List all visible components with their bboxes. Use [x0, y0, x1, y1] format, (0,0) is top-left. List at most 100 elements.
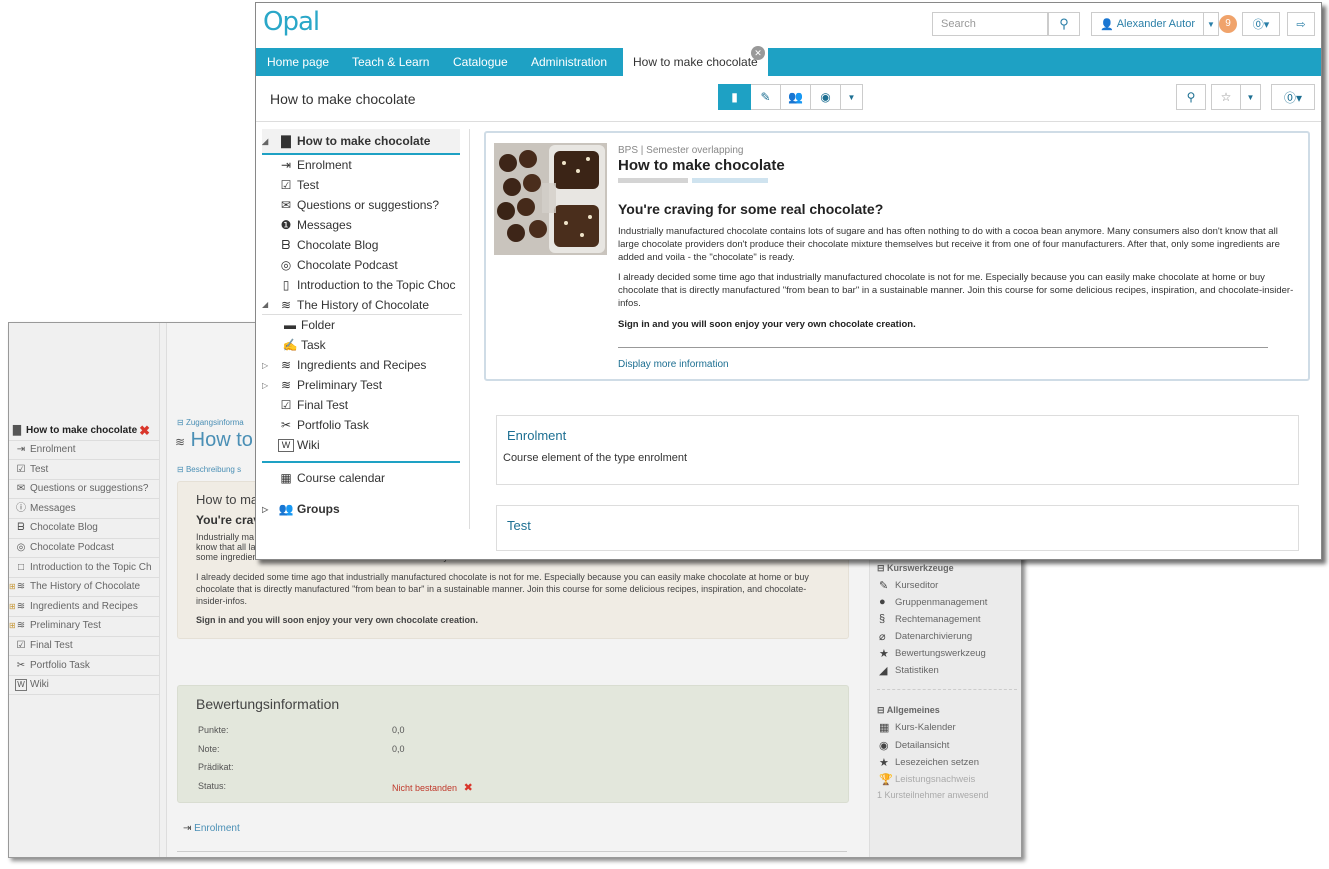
rights-management-link[interactable]: § Rechtemanagement	[879, 613, 981, 625]
general-header[interactable]: ⊟ Allgemeines	[877, 705, 940, 716]
tree-item[interactable]: W Wiki	[262, 435, 462, 455]
assessment-tool-link[interactable]: ★ Bewertungswerkzeug	[879, 647, 986, 660]
podcast-icon: ◎	[280, 258, 292, 272]
help-menu-button[interactable]: ⓪▾	[1242, 12, 1280, 36]
course-calendar-link[interactable]: ▦ Kurs-Kalender	[879, 721, 956, 734]
old-tree-item[interactable]: ⊞ ≋ Ingredients and Recipes	[9, 597, 159, 617]
search-input[interactable]: Search	[932, 12, 1048, 36]
search-button[interactable]: ⚲	[1048, 12, 1080, 36]
user-icon: ●	[879, 596, 886, 608]
bookmark-link[interactable]: ★ Lesezeichen setzen	[879, 756, 979, 769]
old-tree-item[interactable]: ☑ Final Test	[9, 637, 159, 657]
user-menu-button[interactable]: 👤 Alexander Autor	[1091, 12, 1204, 36]
detail-view-link[interactable]: ◉ Detailansicht	[879, 739, 949, 752]
old-tree-item[interactable]: ⊞ ≋ Preliminary Test	[9, 617, 159, 637]
old-tree-item[interactable]: ᗷ Chocolate Blog	[9, 519, 159, 539]
old-splitter[interactable]	[159, 323, 167, 857]
course-editor-link[interactable]: ✎ Kurseditor	[879, 579, 938, 592]
tab-course[interactable]: How to make chocolate	[623, 48, 768, 76]
old-tree-item[interactable]: ✂ Portfolio Task	[9, 656, 159, 676]
tab-home-page[interactable]: Home page	[267, 48, 329, 76]
pencil-icon: ✎	[760, 90, 771, 104]
tab-administration[interactable]: Administration	[531, 48, 607, 76]
tree-item[interactable]: ▬ Folder	[262, 315, 462, 335]
notification-badge[interactable]: 9	[1219, 15, 1237, 33]
search-icon: ⚲	[1059, 16, 1069, 31]
grading-status: Nicht bestanden ✖	[392, 782, 473, 794]
data-archiving-link[interactable]: ⌀ Datenarchivierung	[879, 630, 972, 643]
book-icon: ▮	[731, 90, 738, 104]
old-info-paragraph: I already decided some time ago that ind…	[196, 572, 809, 606]
old-enrolment-link[interactable]: ⇥ Enrolment	[183, 823, 240, 834]
enrolment-icon: ⇥	[183, 823, 192, 834]
bookmark-button[interactable]: ☆	[1211, 84, 1241, 110]
close-icon[interactable]: ✖	[139, 421, 150, 440]
expand-icon[interactable]: ▷	[262, 361, 272, 370]
enrolment-title[interactable]: Enrolment	[507, 428, 566, 443]
old-tree-item[interactable]: ⓘ Messages	[9, 499, 159, 519]
edit-mode-button[interactable]: ✎	[751, 84, 781, 110]
expand-icon[interactable]: ▷	[262, 505, 272, 514]
tree-item[interactable]: ☑ Test	[262, 175, 462, 195]
tree-item[interactable]: ▷ ≋ Ingredients and Recipes	[262, 355, 462, 375]
grading-title: Bewertungsinformation	[196, 696, 340, 712]
test-title[interactable]: Test	[507, 518, 531, 533]
bookmark-dropdown[interactable]: ▼	[1241, 84, 1261, 110]
mail-icon: ✉	[16, 483, 26, 495]
statistics-link[interactable]: ◢ Statistiken	[879, 664, 939, 677]
old-tree-item[interactable]: ◎ Chocolate Podcast	[9, 539, 159, 559]
enrolment-icon: ⇥	[280, 158, 292, 172]
group-management-link[interactable]: ● Gruppenmanagement	[879, 596, 987, 608]
layers-icon: ≋	[16, 600, 26, 612]
tab-catalogue[interactable]: Catalogue	[453, 48, 508, 76]
user-menu-dropdown[interactable]: ▼	[1203, 12, 1219, 36]
collapse-icon[interactable]: ◢	[262, 300, 272, 309]
tree-item[interactable]: ◎ Chocolate Podcast	[262, 255, 462, 275]
zugangsinfo-link[interactable]: ⊟ Zugangsinforma	[177, 418, 244, 427]
tree-root[interactable]: ◢ ▇ How to make chocolate	[262, 129, 460, 155]
old-tree-item[interactable]: ⊞ ≋ The History of Chocolate	[9, 578, 159, 598]
course-search-button[interactable]: ⚲	[1176, 84, 1206, 110]
tree-item[interactable]: ⇥ Enrolment	[262, 155, 462, 175]
test-icon: ☑	[16, 640, 26, 652]
tree-item[interactable]: ◢ ≋ The History of Chocolate	[262, 295, 462, 315]
course-calendar-link[interactable]: ▦ Course calendar	[262, 463, 462, 493]
opal-logo[interactable]: Opal	[263, 7, 320, 37]
tree-item[interactable]: ✂ Portfolio Task	[262, 415, 462, 435]
collapse-icon[interactable]: ◢	[262, 137, 272, 146]
old-tree-item[interactable]: ☑ Test	[9, 460, 159, 480]
old-tree-item[interactable]: ⇥ Enrolment	[9, 441, 159, 461]
old-tree-item[interactable]: □ Introduction to the Topic Ch	[9, 558, 159, 578]
trophy-icon: 🏆	[879, 774, 893, 786]
groups-link[interactable]: ▷ 👥 Groups	[262, 493, 462, 525]
course-tools-header[interactable]: ⊟ Kurswerkzeuge	[877, 563, 954, 574]
chart-icon: ◢	[879, 665, 888, 677]
tree-item[interactable]: ▯ Introduction to the Topic Choc	[262, 275, 462, 295]
tree-item[interactable]: ▷ ≋ Preliminary Test	[262, 375, 462, 395]
expand-icon[interactable]: ▷	[262, 381, 272, 390]
course-help-button[interactable]: ⓪▾	[1271, 84, 1315, 110]
tree-item[interactable]: ❶ Messages	[262, 215, 462, 235]
tree-item[interactable]: ✉ Questions or suggestions?	[262, 195, 462, 215]
view-mode-button[interactable]: ▮	[718, 84, 751, 110]
close-tab-icon[interactable]: ✕	[751, 46, 765, 60]
old-tree-item[interactable]: ✉ Questions or suggestions?	[9, 480, 159, 500]
divider	[177, 851, 847, 852]
page-title: How to make chocolate	[270, 91, 416, 107]
main-navigation: Home page Teach & Learn Catalogue Admini…	[256, 46, 1321, 76]
display-more-link[interactable]: Display more information	[618, 359, 729, 370]
members-button[interactable]: 👥	[781, 84, 811, 110]
beschreibung-link[interactable]: ⊟ Beschreibung s	[177, 465, 241, 474]
course-image	[494, 143, 607, 255]
old-tree-item[interactable]: W Wiki	[9, 676, 159, 696]
tab-teach-learn[interactable]: Teach & Learn	[352, 48, 429, 76]
tree-item[interactable]: ☑ Final Test	[262, 395, 462, 415]
tree-item[interactable]: ✍ Task	[262, 335, 462, 355]
old-tree-root[interactable]: ▇ How to make chocolate ✖	[9, 421, 159, 441]
more-dropdown[interactable]: ▼	[841, 84, 863, 110]
logout-button[interactable]: ⇨	[1287, 12, 1315, 36]
assessment-button[interactable]: ◉	[811, 84, 841, 110]
tree-item[interactable]: ᗷ Chocolate Blog	[262, 235, 462, 255]
certificate-link[interactable]: 🏆 Leistungsnachweis	[879, 773, 975, 786]
old-course-tree: ▇ How to make chocolate ✖ ⇥ Enrolment ☑ Te…	[9, 421, 159, 696]
